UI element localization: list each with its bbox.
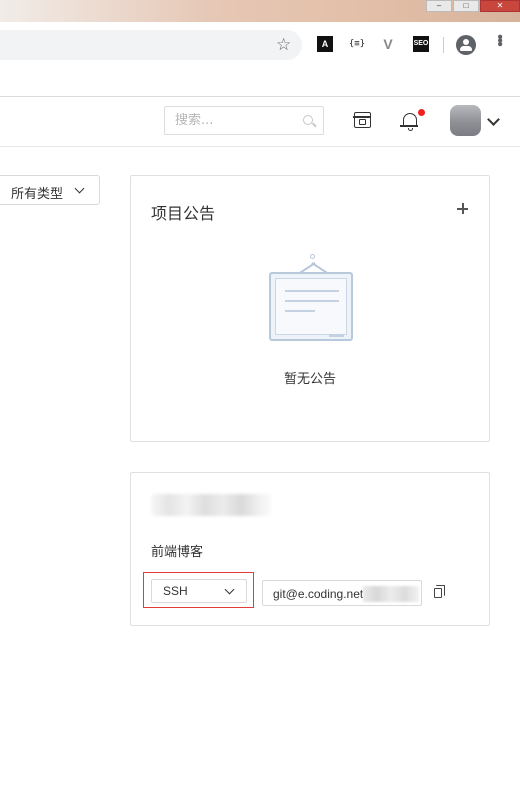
window-controls: – □ ✕ (425, 0, 520, 12)
bell-clapper (408, 128, 413, 131)
add-announcement-icon[interactable] (457, 203, 468, 214)
empty-board-illustration (268, 254, 353, 341)
clone-url-redacted (363, 586, 419, 602)
extension-vue-icon[interactable]: V (380, 36, 396, 52)
notification-bell-icon[interactable] (400, 113, 418, 127)
extension-seo-icon[interactable]: SEO (413, 36, 429, 52)
type-filter-label: 所有类型 (11, 187, 64, 202)
protocol-select[interactable]: SSH (151, 579, 247, 603)
app-header (0, 97, 520, 147)
repository-description: 前端博客 (151, 545, 204, 560)
bookmark-star-icon[interactable]: ☆ (276, 36, 291, 54)
clone-url-field[interactable]: git@e.coding.net (262, 580, 422, 606)
minimize-button[interactable]: – (426, 0, 452, 12)
avatar[interactable] (450, 105, 481, 136)
copy-icon[interactable] (434, 585, 445, 598)
chevron-down-icon (74, 183, 85, 194)
search-input[interactable] (175, 113, 295, 128)
extension-json-icon[interactable]: {≡} (347, 36, 367, 52)
repository-name-redacted (151, 494, 271, 516)
maximize-button[interactable]: □ (453, 0, 479, 12)
announcement-title: 项目公告 (151, 204, 216, 223)
chevron-down-icon (224, 584, 235, 595)
window-titlebar: – □ ✕ (0, 0, 520, 22)
type-filter-select[interactable]: 所有类型 (0, 175, 100, 205)
browser-toolbar: ☆ A {≡} V SEO ••• (0, 22, 520, 68)
clone-url-text: git@e.coding.net (273, 587, 364, 601)
account-icon[interactable] (456, 35, 476, 55)
protocol-highlight: SSH (143, 572, 254, 608)
calendar-icon[interactable] (353, 112, 371, 128)
browser-menu-icon[interactable]: ••• (491, 34, 508, 45)
toolbar-divider (443, 37, 444, 53)
chevron-down-icon[interactable] (487, 113, 500, 126)
announcement-card: 项目公告 暂无公告 (130, 175, 490, 442)
search-box[interactable] (164, 106, 324, 135)
protocol-label: SSH (163, 584, 188, 598)
notification-badge (418, 109, 425, 116)
repository-card: 前端博客 SSH git@e.coding.net (130, 472, 490, 626)
empty-announcement-text: 暂无公告 (283, 372, 336, 387)
extension-a-icon[interactable]: A (317, 36, 333, 52)
address-bar[interactable] (0, 30, 302, 60)
close-button[interactable]: ✕ (480, 0, 520, 12)
search-icon[interactable] (303, 115, 313, 125)
